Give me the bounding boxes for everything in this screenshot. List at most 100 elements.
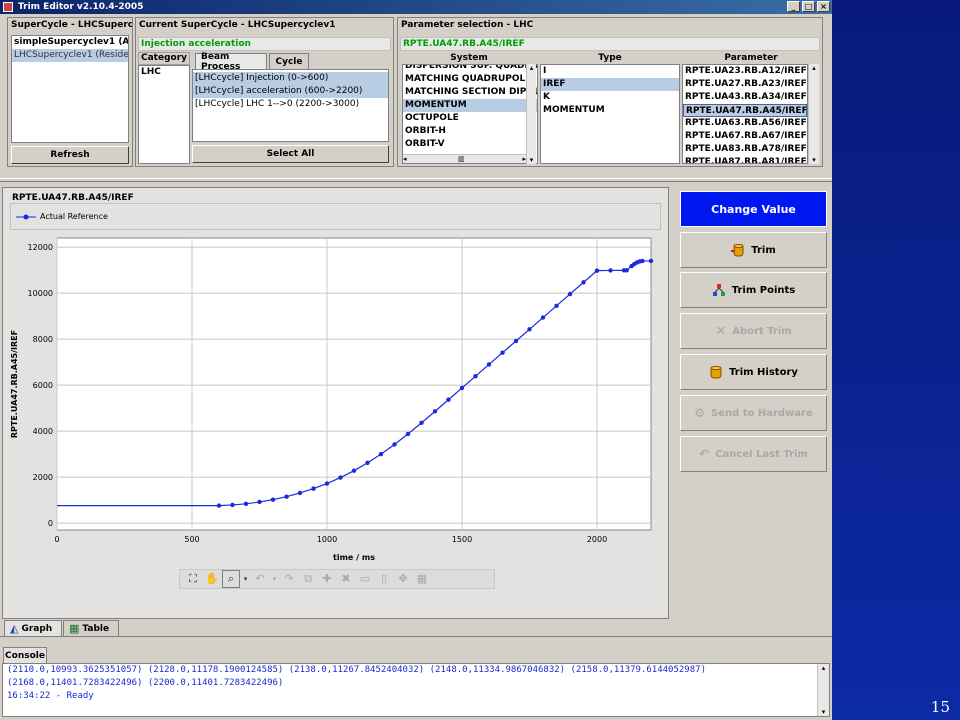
parameter-item[interactable]: RPTE.UA87.RB.A81/IREF [683, 156, 807, 163]
parameter-item[interactable]: RPTE.UA47.RB.A45/IREF [683, 104, 807, 117]
supercycle-list[interactable]: simpleSupercyclev1 (Acti... LHCSupercycl… [11, 35, 129, 143]
minimize-button[interactable]: _ [787, 1, 800, 12]
pan-hand-icon[interactable]: ✋ [203, 570, 221, 588]
delete-point-icon[interactable]: ✖ [337, 570, 355, 588]
parameter-item[interactable]: RPTE.UA27.RB.A23/IREF [683, 78, 807, 91]
selected-parameter: RPTE.UA47.RB.A45/IREF [403, 39, 525, 49]
y-tick-label: 12000 [28, 243, 53, 252]
console-line: 16:34:22 - Ready [7, 691, 94, 701]
slide-background [832, 0, 960, 720]
current-supercycle-panel: Current SuperCycle - LHCSupercyclev1 Inj… [135, 17, 394, 167]
parameter-item[interactable]: RPTE.UA67.RB.A67/IREF [683, 130, 807, 143]
data-point [567, 291, 573, 297]
supercycle-item[interactable]: LHCSupercyclev1 (Reside... [12, 49, 128, 62]
console-scrollbar[interactable]: ▴ ▾ [817, 664, 829, 716]
system-hscrollbar[interactable]: ◂ ▥ ▸ [403, 154, 527, 163]
data-point [230, 502, 235, 508]
undo-edit-icon[interactable]: ↶ [251, 570, 269, 588]
type-list[interactable]: I IREF K MOMENTUM [540, 64, 680, 164]
data-point [270, 497, 276, 502]
window-title: Trim Editor v2.10.4-2005 [18, 2, 144, 12]
align-vertical-icon[interactable]: ▯ [375, 570, 393, 588]
system-item[interactable]: MATCHING QUADRUPOLE [403, 73, 537, 86]
parameter-header: Parameter [682, 53, 820, 64]
zoom-icon[interactable]: ⌕ [222, 570, 240, 588]
trim-label: Trim [751, 244, 776, 256]
plot-area [56, 237, 652, 531]
refresh-button[interactable]: Refresh [11, 146, 129, 164]
category-item[interactable]: LHC [139, 66, 189, 79]
grid-icon[interactable]: ▦ [413, 570, 431, 588]
close-button[interactable]: × [817, 1, 830, 12]
system-scrollbar[interactable]: ▴ ▾ [526, 64, 536, 164]
parameter-item[interactable]: RPTE.UA83.RB.A78/IREF [683, 143, 807, 156]
trim-points-button[interactable]: Trim Points [680, 272, 827, 308]
beam-process-list[interactable]: [LHCcycle] Injection (0->600) [LHCcycle]… [192, 69, 389, 142]
system-item[interactable]: MOMENTUM [403, 99, 537, 112]
trim-button[interactable]: Trim [680, 232, 827, 268]
y-tick-label: 6000 [33, 381, 53, 390]
chart-legend: Actual Reference [10, 203, 661, 230]
type-item[interactable]: I [541, 65, 679, 78]
x-tick-label: 0 [54, 535, 59, 544]
legend-label: Actual Reference [40, 212, 108, 221]
category-list[interactable]: LHC [138, 65, 190, 164]
cancel-icon: ✕ [715, 323, 727, 339]
redo-edit-icon[interactable]: ↷ [280, 570, 298, 588]
chart[interactable]: 0 500 1000 1500 2000 0 2000 4000 6000 8000 10000 12… [3, 232, 670, 592]
tab-cycle[interactable]: Cycle [269, 53, 309, 69]
tab-beam-process[interactable]: Beam Process [195, 52, 267, 72]
send-to-hardware-button[interactable]: ⚙ Send to Hardware [680, 395, 827, 431]
type-item[interactable]: K [541, 91, 679, 104]
tab-table[interactable]: ▦ Table [63, 620, 119, 636]
graph-panel: RPTE.UA47.RB.A45/IREF Actual Reference 0… [2, 187, 669, 619]
data-point [378, 451, 384, 457]
type-item[interactable]: MOMENTUM [541, 104, 679, 117]
maximize-button[interactable]: □ [802, 1, 815, 12]
tab-graph-label: Graph [21, 623, 53, 634]
console-area[interactable]: (2110.0,10993.3625351057) (2128.0,11178.… [2, 663, 830, 717]
parameter-item[interactable]: RPTE.UA23.RB.A12/IREF [683, 65, 807, 78]
system-item[interactable]: OCTUPOLE [403, 112, 537, 125]
supercycle-title: SuperCycle - LHCSupercycle [11, 20, 132, 30]
type-item[interactable]: IREF [541, 78, 679, 91]
system-item[interactable]: ORBIT-V [403, 138, 537, 151]
database-icon [710, 366, 722, 379]
edit-dropdown-icon[interactable]: ▾ [270, 570, 279, 588]
parameter-item[interactable]: RPTE.UA63.RB.A56/IREF [683, 117, 807, 130]
system-item[interactable]: DISPERSION SUP. QUADRUPO [403, 65, 537, 73]
parameter-item[interactable]: RPTE.UA43.RB.A34/IREF [683, 91, 807, 104]
parameter-list[interactable]: RPTE.UA23.RB.A12/IREF RPTE.UA27.RB.A23/I… [682, 64, 808, 164]
data-point [459, 385, 465, 391]
beam-process-item[interactable]: [LHCcycle] LHC 1-->0 (2200->3000) [193, 98, 388, 111]
copy-icon[interactable]: ⧉ [299, 570, 317, 588]
cancel-last-trim-label: Cancel Last Trim [715, 448, 808, 460]
system-item[interactable]: ORBIT-H [403, 125, 537, 138]
change-value-button[interactable]: Change Value [680, 191, 827, 227]
data-point [473, 373, 478, 379]
add-point-icon[interactable]: ✚ [318, 570, 336, 588]
hardware-icon: ⚙ [694, 406, 705, 420]
move-icon[interactable]: ✥ [394, 570, 412, 588]
fit-icon[interactable]: ⛶ [184, 570, 202, 588]
tab-console[interactable]: Console [3, 647, 47, 663]
align-horizontal-icon[interactable]: ▭ [356, 570, 374, 588]
system-item[interactable]: MATCHING SECTION DIPOLE [403, 86, 537, 99]
data-point [513, 338, 519, 344]
parameter-scrollbar[interactable]: ▴ ▾ [808, 64, 819, 164]
cancel-last-trim-button[interactable]: ↶ Cancel Last Trim [680, 436, 827, 472]
data-point [624, 268, 629, 273]
abort-trim-button[interactable]: ✕ Abort Trim [680, 313, 827, 349]
zoom-dropdown-icon[interactable]: ▾ [241, 570, 250, 588]
data-point [405, 431, 411, 437]
data-point [446, 397, 451, 402]
system-list[interactable]: DISPERSION SUP. QUADRUPO MATCHING QUADRU… [402, 64, 538, 164]
beam-process-item[interactable]: [LHCcycle] acceleration (600->2200) [193, 85, 388, 98]
category-header: Category [138, 52, 190, 65]
supercycle-item[interactable]: simpleSupercyclev1 (Acti... [12, 36, 128, 49]
data-point [324, 481, 330, 486]
beam-process-item[interactable]: [LHCcycle] Injection (0->600) [193, 72, 388, 85]
select-all-button[interactable]: Select All [192, 145, 389, 163]
trim-history-button[interactable]: Trim History [680, 354, 827, 390]
tab-graph[interactable]: ◭ Graph [4, 620, 62, 636]
